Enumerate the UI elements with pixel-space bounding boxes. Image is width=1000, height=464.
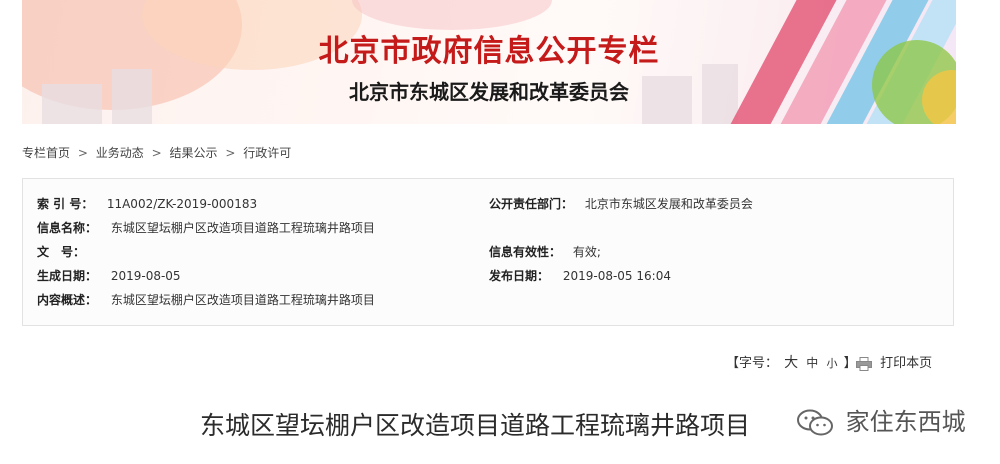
- font-size-large-link[interactable]: 大: [784, 355, 798, 371]
- created-value: 2019-08-05: [110, 269, 181, 283]
- font-size-controls: 【字号： 大 中 小 】: [726, 352, 857, 372]
- watermark-text: 家住东西城: [845, 408, 966, 436]
- name-value: 东城区望坛棚户区改造项目道路工程琉璃井路项目: [110, 221, 375, 235]
- wechat-icon: [797, 409, 833, 436]
- info-docno-row: 文 号：: [37, 243, 111, 260]
- font-size-medium-link[interactable]: 中: [806, 356, 818, 370]
- name-label: 信息名称：: [37, 221, 98, 235]
- banner-subtitle: 北京市东城区发展和改革委员会: [349, 80, 629, 104]
- breadcrumb-separator: >: [225, 146, 236, 160]
- published-label: 发布日期：: [489, 269, 550, 283]
- font-size-open: 【字号：: [726, 356, 779, 371]
- dept-label: 公开责任部门：: [489, 197, 574, 211]
- summary-value: 东城区望坛棚户区改造项目道路工程琉璃井路项目: [110, 293, 375, 307]
- index-label: 索 引 号：: [37, 197, 94, 211]
- validity-label: 信息有效性：: [489, 245, 562, 259]
- published-value: 2019-08-05 16:04: [562, 269, 671, 283]
- info-summary-row: 内容概述： 东城区望坛棚户区改造项目道路工程琉璃井路项目: [37, 291, 375, 308]
- info-index-row: 索 引 号： 11A002/ZK-2019-000183: [37, 195, 257, 212]
- document-title: 东城区望坛棚户区改造项目道路工程琉璃井路项目: [200, 411, 751, 440]
- breadcrumb-results-link[interactable]: 结果公示: [169, 146, 217, 160]
- font-size-close: 】: [843, 356, 857, 371]
- validity-value: 有效;: [572, 245, 601, 259]
- font-size-small-link[interactable]: 小: [826, 357, 837, 370]
- info-created-row: 生成日期： 2019-08-05: [37, 267, 181, 284]
- breadcrumb-separator: >: [77, 146, 88, 160]
- info-dept-row: 公开责任部门： 北京市东城区发展和改革委员会: [489, 195, 753, 212]
- dept-value: 北京市东城区发展和改革委员会: [584, 197, 753, 211]
- info-published-row: 发布日期： 2019-08-05 16:04: [489, 267, 671, 284]
- summary-label: 内容概述：: [37, 293, 98, 307]
- docno-label: 文 号：: [37, 245, 86, 259]
- created-label: 生成日期：: [37, 269, 98, 283]
- banner-title: 北京市政府信息公开专栏: [318, 34, 660, 69]
- breadcrumb-permit-link[interactable]: 行政许可: [243, 146, 291, 160]
- wechat-watermark: 家住东西城: [796, 402, 966, 438]
- breadcrumb-separator: >: [151, 146, 162, 160]
- print-label: 打印本页: [880, 356, 933, 371]
- breadcrumb-home-link[interactable]: 专栏首页: [22, 146, 70, 160]
- info-metadata-box: 索 引 号： 11A002/ZK-2019-000183 公开责任部门： 北京市…: [22, 178, 954, 326]
- breadcrumb-business-link[interactable]: 业务动态: [96, 146, 144, 160]
- print-page-button[interactable]: 打印本页: [856, 352, 932, 371]
- header-banner: 北京市政府信息公开专栏 北京市东城区发展和改革委员会: [22, 0, 956, 124]
- index-value: 11A002/ZK-2019-000183: [106, 197, 258, 211]
- info-name-row: 信息名称： 东城区望坛棚户区改造项目道路工程琉璃井路项目: [37, 219, 375, 236]
- info-validity-row: 信息有效性： 有效;: [489, 243, 601, 260]
- breadcrumb: 专栏首页 > 业务动态 > 结果公示 > 行政许可: [22, 144, 291, 161]
- printer-icon: [856, 356, 872, 371]
